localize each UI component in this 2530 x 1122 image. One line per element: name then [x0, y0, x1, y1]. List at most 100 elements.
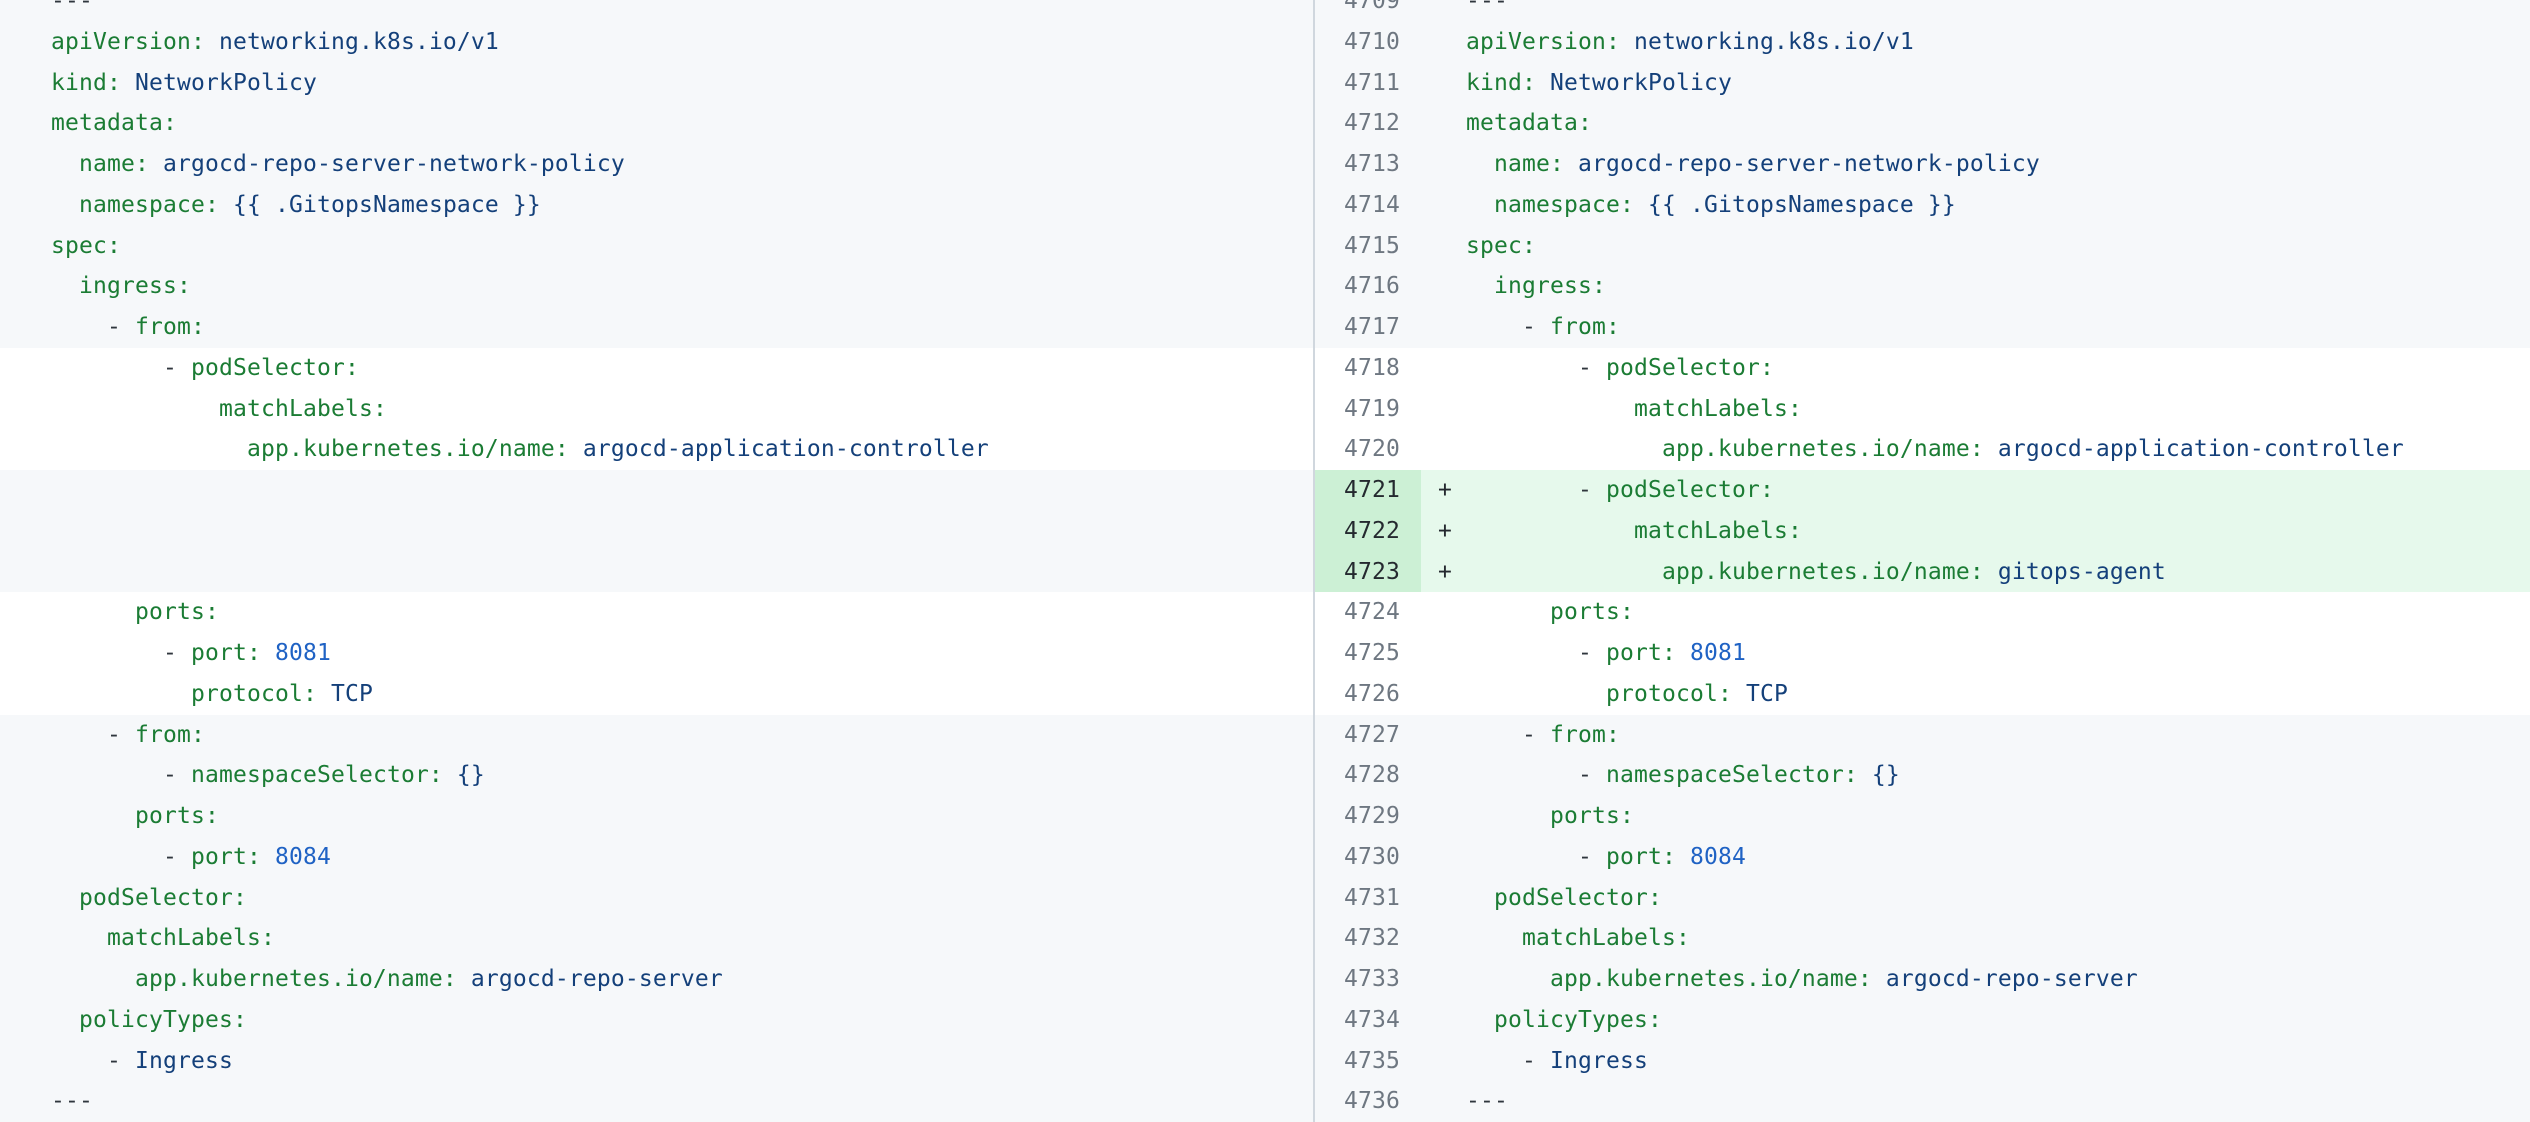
line-number[interactable]: 4721	[1315, 470, 1421, 511]
new-code-line: 4729 ports:	[1315, 796, 2530, 837]
old-code-content: metadata:	[0, 103, 1313, 144]
code-token	[51, 192, 79, 218]
code-token: kind:	[51, 70, 121, 96]
old-code-line: ingress:	[0, 266, 1313, 307]
code-token: namespace:	[79, 192, 219, 218]
code-token: -	[51, 314, 135, 340]
code-token: ports:	[135, 599, 219, 625]
line-number[interactable]: 4732	[1315, 918, 1421, 959]
old-code-line: namespace: {{ .GitopsNamespace }}	[0, 185, 1313, 226]
new-code-content: app.kubernetes.io/name: argocd-repo-serv…	[1421, 959, 2530, 1000]
line-number[interactable]: 4718	[1315, 348, 1421, 389]
line-number[interactable]: 4730	[1315, 837, 1421, 878]
line-number[interactable]: 4712	[1315, 103, 1421, 144]
line-number[interactable]: 4709	[1315, 0, 1421, 22]
new-code-content: - podSelector:	[1421, 348, 2530, 389]
code-token: ingress:	[79, 273, 191, 299]
new-code-content: policyTypes:	[1421, 1000, 2530, 1041]
line-number[interactable]: 4734	[1315, 1000, 1421, 1041]
line-number[interactable]: 4735	[1315, 1041, 1421, 1082]
new-code-content: + matchLabels:	[1421, 511, 2530, 552]
new-added-line: 4723+ app.kubernetes.io/name: gitops-age…	[1315, 552, 2530, 593]
line-number[interactable]: 4736	[1315, 1081, 1421, 1122]
code-token: ---	[51, 0, 93, 14]
old-code-content: - port: 8084	[0, 837, 1313, 878]
new-code-line: 4709 ---	[1315, 0, 2530, 22]
code-token: apiVersion:	[51, 29, 205, 55]
line-number[interactable]: 4728	[1315, 755, 1421, 796]
line-number[interactable]: 4731	[1315, 878, 1421, 919]
code-token: matchLabels:	[107, 925, 275, 951]
new-code-content: podSelector:	[1421, 878, 2530, 919]
line-number[interactable]: 4717	[1315, 307, 1421, 348]
line-number[interactable]: 4729	[1315, 796, 1421, 837]
old-code-content	[0, 470, 1313, 511]
new-code-content: app.kubernetes.io/name: argocd-applicati…	[1421, 429, 2530, 470]
code-token: Ingress	[1550, 1048, 1648, 1074]
new-code-line: 4725 - port: 8081	[1315, 633, 2530, 674]
old-code-content: namespace: {{ .GitopsNamespace }}	[0, 185, 1313, 226]
new-code-line: 4716 ingress:	[1315, 266, 2530, 307]
line-number[interactable]: 4726	[1315, 674, 1421, 715]
old-code-content: ---	[0, 1081, 1313, 1122]
code-token: policyTypes:	[1494, 1007, 1662, 1033]
code-token	[1466, 273, 1494, 299]
new-added-line: 4722+ matchLabels:	[1315, 511, 2530, 552]
code-token: matchLabels:	[1522, 925, 1690, 951]
old-code-content: name: argocd-repo-server-network-policy	[0, 144, 1313, 185]
code-token: apiVersion:	[1466, 29, 1620, 55]
line-number[interactable]: 4719	[1315, 389, 1421, 430]
code-token	[51, 803, 135, 829]
old-code-content	[0, 552, 1313, 593]
code-token: metadata:	[1466, 110, 1592, 136]
line-number[interactable]: 4725	[1315, 633, 1421, 674]
code-token: metadata:	[51, 110, 177, 136]
line-number[interactable]: 4713	[1315, 144, 1421, 185]
new-code-content: name: argocd-repo-server-network-policy	[1421, 144, 2530, 185]
code-token: spec:	[1466, 233, 1536, 259]
new-code-line: 4724 ports:	[1315, 592, 2530, 633]
new-code-content: - namespaceSelector: {}	[1421, 755, 2530, 796]
line-number[interactable]: 4723	[1315, 552, 1421, 593]
old-code-line: matchLabels:	[0, 918, 1313, 959]
line-number[interactable]: 4716	[1315, 266, 1421, 307]
new-code-content: ports:	[1421, 592, 2530, 633]
code-token: app.kubernetes.io/name:	[1550, 966, 1872, 992]
line-number[interactable]: 4722	[1315, 511, 1421, 552]
old-code-line: - from:	[0, 715, 1313, 756]
code-token: argocd-repo-server	[1872, 966, 2138, 992]
new-code-content: + - podSelector:	[1421, 470, 2530, 511]
line-number[interactable]: 4715	[1315, 226, 1421, 267]
code-token: -	[51, 844, 191, 870]
code-token: protocol:	[1606, 681, 1732, 707]
new-code-content: ports:	[1421, 796, 2530, 837]
new-code-line: 4727 - from:	[1315, 715, 2530, 756]
code-token: ports:	[1550, 599, 1634, 625]
code-token: 8084	[261, 844, 331, 870]
line-number[interactable]: 4714	[1315, 185, 1421, 226]
code-token	[51, 151, 79, 177]
old-code-line: ports:	[0, 592, 1313, 633]
code-token: from:	[135, 722, 205, 748]
new-code-content: apiVersion: networking.k8s.io/v1	[1421, 22, 2530, 63]
new-code-line: 4718 - podSelector:	[1315, 348, 2530, 389]
line-number[interactable]: 4733	[1315, 959, 1421, 1000]
line-number[interactable]: 4727	[1315, 715, 1421, 756]
old-code-content: - Ingress	[0, 1041, 1313, 1082]
new-code-line: 4712 metadata:	[1315, 103, 2530, 144]
line-number[interactable]: 4724	[1315, 592, 1421, 633]
line-number[interactable]: 4710	[1315, 22, 1421, 63]
code-token: ---	[1466, 0, 1508, 14]
old-code-line: ---	[0, 0, 1313, 22]
line-number[interactable]: 4720	[1315, 429, 1421, 470]
code-token: app.kubernetes.io/name:	[1662, 436, 1984, 462]
code-token: argocd-application-controller	[1984, 436, 2404, 462]
new-code-content: ingress:	[1421, 266, 2530, 307]
new-code-line: 4710apiVersion: networking.k8s.io/v1	[1315, 22, 2530, 63]
line-number[interactable]: 4711	[1315, 63, 1421, 104]
code-token: ports:	[135, 803, 219, 829]
old-code-line: app.kubernetes.io/name: argocd-repo-serv…	[0, 959, 1313, 1000]
old-code-content: policyTypes:	[0, 1000, 1313, 1041]
old-code-content: ports:	[0, 796, 1313, 837]
code-token: Ingress	[135, 1048, 233, 1074]
